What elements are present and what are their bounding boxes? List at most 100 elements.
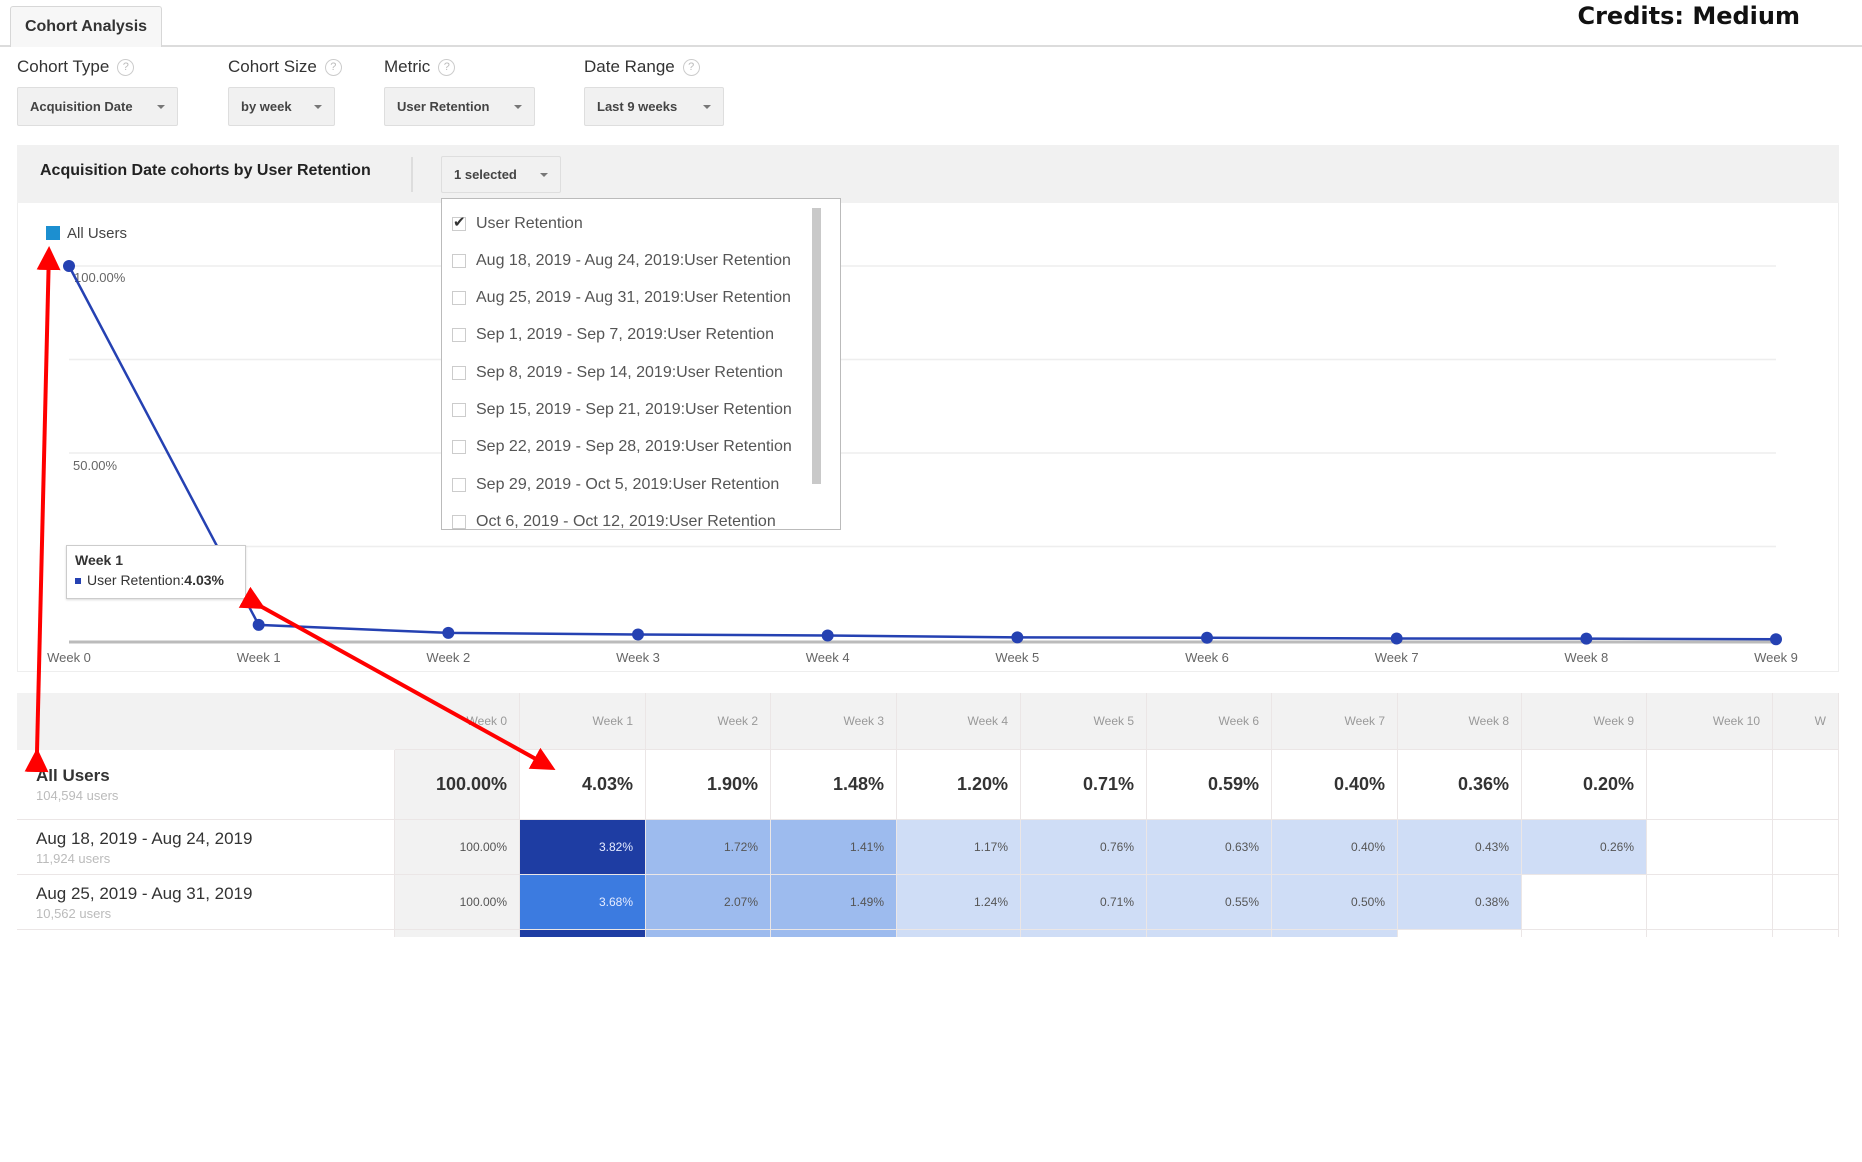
header-divider: [411, 157, 413, 192]
tooltip-title: Week 1: [75, 552, 123, 568]
checkbox[interactable]: [452, 514, 466, 529]
retention-cell[interactable]: 0.63%: [1147, 820, 1272, 875]
menu-item[interactable]: Sep 1, 2019 - Sep 7, 2019:User Retention: [452, 317, 808, 354]
checkbox-checked[interactable]: [452, 213, 466, 231]
retention-cell[interactable]: [1773, 875, 1839, 930]
menu-item-label: Aug 18, 2019 - Aug 24, 2019:User Retenti…: [476, 251, 791, 269]
column-header[interactable]: Week 0: [395, 693, 520, 750]
column-header[interactable]: Week 5: [1021, 693, 1147, 750]
menu-item[interactable]: Sep 8, 2019 - Sep 14, 2019:User Retentio…: [452, 354, 808, 391]
cohort-type-value: Acquisition Date: [30, 99, 133, 114]
retention-cell[interactable]: 1.41%: [771, 820, 897, 875]
total-cell: 0.59%: [1147, 750, 1272, 820]
caret-down-icon: [314, 104, 322, 109]
menu-item-label: User Retention: [476, 214, 583, 232]
column-header[interactable]: Week 4: [897, 693, 1021, 750]
total-cell: 0.71%: [1021, 750, 1147, 820]
tooltip-series-name: User Retention:: [87, 572, 185, 588]
column-header[interactable]: Week 1: [520, 693, 646, 750]
total-cell: 0.40%: [1272, 750, 1398, 820]
column-header[interactable]: W: [1773, 693, 1839, 750]
menu-item[interactable]: Oct 6, 2019 - Oct 12, 2019:User Retentio…: [452, 503, 808, 529]
total-cell: 1.20%: [897, 750, 1021, 820]
cohort-name: All Users: [36, 766, 110, 785]
retention-cell[interactable]: 1.17%: [897, 820, 1021, 875]
retention-cell[interactable]: [1773, 820, 1839, 875]
retention-cell[interactable]: 1.49%: [771, 875, 897, 930]
menu-item[interactable]: Aug 18, 2019 - Aug 24, 2019:User Retenti…: [452, 242, 808, 279]
chart-tooltip: Week 1 User Retention:4.03%: [66, 545, 246, 599]
date-range-dropdown[interactable]: Last 9 weeks: [584, 87, 724, 126]
total-cell: 0.36%: [1398, 750, 1522, 820]
x-tick-label: Week 9: [1754, 650, 1798, 665]
menu-item-label: Sep 29, 2019 - Oct 5, 2019:User Retentio…: [476, 475, 780, 493]
column-header[interactable]: Week 10: [1647, 693, 1773, 750]
menu-scrollbar[interactable]: [812, 208, 821, 484]
retention-cell[interactable]: 0.55%: [1147, 875, 1272, 930]
x-tick-label: Week 6: [1185, 650, 1229, 665]
retention-cell[interactable]: 0.43%: [1398, 820, 1522, 875]
menu-item-label: Sep 22, 2019 - Sep 28, 2019:User Retenti…: [476, 438, 792, 456]
checkbox[interactable]: [452, 328, 466, 343]
metric-value: User Retention: [397, 99, 490, 114]
total-cell: 100.00%: [395, 750, 520, 820]
retention-cell[interactable]: 0.76%: [1021, 820, 1147, 875]
retention-cell[interactable]: [1647, 820, 1773, 875]
retention-cell[interactable]: 3.82%: [520, 820, 646, 875]
help-icon[interactable]: ?: [117, 58, 135, 76]
x-tick-label: Week 8: [1564, 650, 1609, 665]
retention-cell[interactable]: [1647, 875, 1773, 930]
retention-cell[interactable]: 100.00%: [395, 875, 520, 930]
cohort-size-label: Cohort Size ?: [228, 57, 342, 77]
retention-cell[interactable]: 1.24%: [897, 875, 1021, 930]
column-header[interactable]: Week 9: [1522, 693, 1647, 750]
cohort-user-count: 10,562 users: [36, 905, 112, 921]
row-label: Aug 18, 2019 - Aug 24, 2019 11,924 users: [17, 820, 395, 875]
column-header[interactable]: Week 7: [1272, 693, 1398, 750]
metric-label-text: Metric: [384, 57, 431, 76]
legend-label-all-users[interactable]: All Users: [67, 225, 127, 242]
checkbox[interactable]: [452, 477, 466, 492]
menu-item[interactable]: Aug 25, 2019 - Aug 31, 2019:User Retenti…: [452, 280, 808, 317]
help-icon[interactable]: ?: [324, 58, 342, 76]
retention-cell[interactable]: 0.38%: [1398, 875, 1522, 930]
chart-panel-body: [17, 203, 1839, 672]
tab-cohort-analysis[interactable]: Cohort Analysis: [10, 6, 162, 47]
tooltip-value: 4.03%: [184, 572, 224, 588]
column-header[interactable]: Week 8: [1398, 693, 1522, 750]
column-header[interactable]: Week 2: [646, 693, 771, 750]
menu-item-label: Aug 25, 2019 - Aug 31, 2019:User Retenti…: [476, 289, 791, 307]
retention-cell[interactable]: 3.68%: [520, 875, 646, 930]
menu-item[interactable]: Sep 15, 2019 - Sep 21, 2019:User Retenti…: [452, 392, 808, 429]
checkbox[interactable]: [452, 365, 466, 380]
retention-cell[interactable]: 0.26%: [1522, 820, 1647, 875]
retention-cell[interactable]: 1.72%: [646, 820, 771, 875]
cohort-type-dropdown[interactable]: Acquisition Date: [17, 87, 178, 126]
checkbox[interactable]: [452, 253, 466, 268]
menu-item[interactable]: Sep 29, 2019 - Oct 5, 2019:User Retentio…: [452, 466, 808, 503]
retention-cell[interactable]: 0.40%: [1272, 820, 1398, 875]
checkbox[interactable]: [452, 440, 466, 455]
menu-item[interactable]: User Retention: [452, 205, 808, 242]
x-tick-label: Week 1: [236, 650, 281, 665]
menu-item[interactable]: Sep 22, 2019 - Sep 28, 2019:User Retenti…: [452, 429, 808, 466]
checkbox[interactable]: [452, 291, 466, 306]
retention-cell[interactable]: [1522, 875, 1647, 930]
x-tick-label: Week 4: [805, 650, 850, 665]
retention-cell[interactable]: 2.07%: [646, 875, 771, 930]
checkbox[interactable]: [452, 403, 466, 417]
cohort-size-dropdown[interactable]: by week: [228, 87, 335, 126]
help-icon[interactable]: ?: [682, 58, 700, 76]
cohort-name: Aug 18, 2019 - Aug 24, 2019: [36, 828, 253, 848]
cohort-name: Aug 25, 2019 - Aug 31, 2019: [36, 883, 253, 903]
retention-cell[interactable]: 0.50%: [1272, 875, 1398, 930]
tab-strip-divider: [0, 45, 1862, 47]
column-header[interactable]: Week 6: [1147, 693, 1272, 750]
help-icon[interactable]: ?: [438, 58, 456, 76]
series-selector-dropdown[interactable]: 1 selected: [441, 156, 561, 193]
retention-cell[interactable]: 0.71%: [1021, 875, 1147, 930]
retention-cell[interactable]: 100.00%: [395, 820, 520, 875]
date-range-label: Date Range ?: [584, 57, 700, 77]
metric-dropdown[interactable]: User Retention: [384, 87, 535, 126]
column-header[interactable]: Week 3: [771, 693, 897, 750]
